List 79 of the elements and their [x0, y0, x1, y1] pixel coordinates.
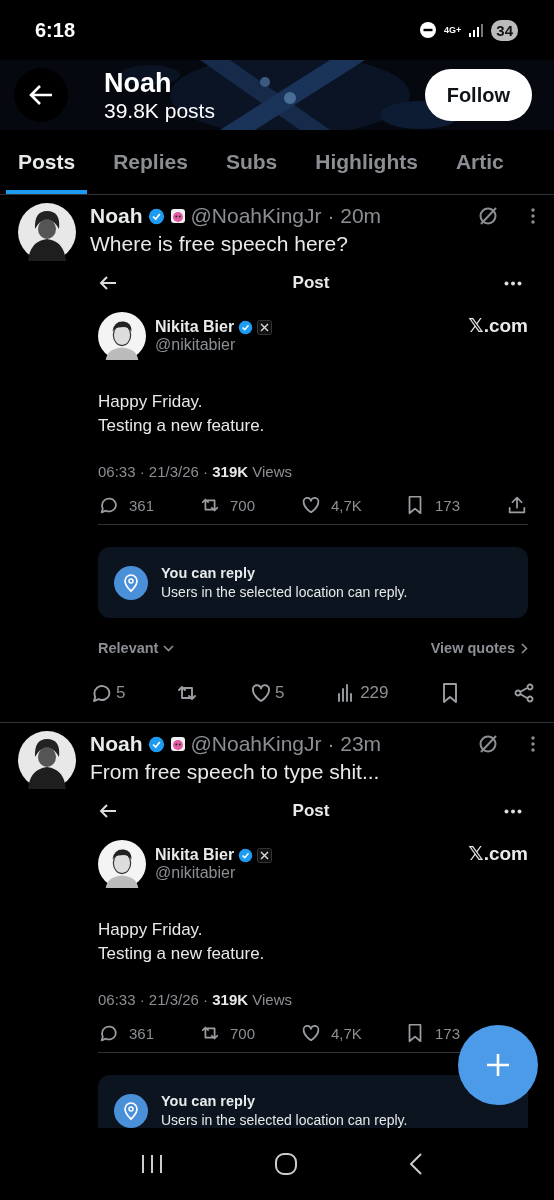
- more-options-icon[interactable]: [504, 280, 522, 286]
- tab[interactable]: Replies: [113, 130, 188, 194]
- chevron-right-icon[interactable]: [520, 642, 528, 654]
- avatar: [98, 840, 146, 888]
- share-icon[interactable]: [512, 681, 536, 705]
- like-icon[interactable]: [300, 1022, 322, 1044]
- verified-badge-icon: [238, 319, 254, 335]
- emoji-badge-icon: [169, 736, 186, 752]
- back-arrow-icon[interactable]: [98, 275, 118, 291]
- verified-badge-icon: [238, 847, 254, 863]
- slashed-circle-icon[interactable]: [477, 733, 499, 755]
- follow-button[interactable]: Follow: [424, 69, 532, 121]
- stat-count: 4,7K: [331, 496, 362, 514]
- verified-badge-icon: [147, 735, 165, 753]
- verified-badge-icon: [147, 207, 165, 225]
- stat-count: 361: [129, 1024, 155, 1042]
- stat-count: 173: [435, 496, 461, 514]
- avatar: [98, 312, 146, 360]
- site-name: 𝕏.com: [468, 842, 528, 865]
- more-options-icon[interactable]: [530, 735, 536, 753]
- back-arrow-icon[interactable]: [98, 803, 118, 819]
- post-meta: 06:33 · 21/3/26 · 319K Views: [98, 991, 294, 1008]
- tab[interactable]: Artic: [455, 130, 504, 194]
- stat-count: 361: [129, 496, 155, 514]
- tab[interactable]: Posts: [6, 130, 88, 194]
- post-count: 39.8K posts: [104, 99, 216, 123]
- like-icon[interactable]: [300, 494, 322, 516]
- affiliate-badge-icon: [257, 847, 273, 863]
- action-count: 5: [274, 683, 285, 703]
- site-name: 𝕏.com: [468, 314, 528, 337]
- clock: 6:18: [35, 18, 76, 42]
- notice-title: You can reply: [161, 1093, 256, 1109]
- action-count: 5: [116, 683, 126, 703]
- emoji-badge-icon: [169, 208, 186, 224]
- signal-icon: [468, 23, 485, 37]
- more-options-icon[interactable]: [504, 808, 522, 814]
- location-pin-icon: [114, 1093, 148, 1128]
- action-count: 229: [360, 683, 389, 703]
- post-meta: 06:33 · 21/3/26 · 319K Views: [98, 463, 294, 480]
- chevron-down-icon[interactable]: [163, 644, 175, 652]
- affiliate-badge-icon: [257, 319, 273, 335]
- stat-count: 700: [230, 496, 256, 514]
- location-pin-icon: [114, 565, 148, 600]
- notice-text: Users in the selected location can reply.: [161, 1112, 408, 1128]
- author-name: Nikita Bier: [155, 846, 235, 864]
- more-options-icon[interactable]: [530, 207, 536, 225]
- stat-count: 173: [435, 1024, 461, 1042]
- post-text: From free speech to type shit...: [90, 760, 381, 784]
- stat-count: 4,7K: [331, 1024, 362, 1042]
- author-handle: @nikitabier: [155, 336, 237, 354]
- recent-apps-icon[interactable]: [140, 1154, 164, 1174]
- profile-name: Noah: [104, 67, 173, 99]
- screen-title: Post: [292, 273, 330, 293]
- post-text: Happy Friday. Testing a new feature.: [98, 391, 266, 437]
- avatar[interactable]: [18, 731, 76, 789]
- tab[interactable]: Highlights: [315, 130, 418, 194]
- view-quotes-link[interactable]: View quotes: [430, 640, 528, 656]
- author-handle: @nikitabier: [155, 864, 237, 882]
- tab[interactable]: Subs: [225, 130, 278, 194]
- notice-title: You can reply: [161, 565, 256, 581]
- handle-and-time: @NoahKingJr · 23m: [190, 732, 382, 756]
- home-icon[interactable]: [274, 1152, 298, 1176]
- do-not-disturb-icon: [419, 21, 438, 39]
- post-text: Happy Friday. Testing a new feature.: [98, 919, 266, 965]
- slashed-circle-icon[interactable]: [477, 205, 499, 227]
- screen-title: Post: [292, 801, 330, 821]
- sort-dropdown[interactable]: Relevant: [98, 640, 175, 656]
- notice-text: Users in the selected location can reply.: [161, 584, 408, 600]
- post-text: Where is free speech here?: [90, 232, 349, 256]
- upload-icon[interactable]: [506, 494, 528, 516]
- back-icon[interactable]: [408, 1152, 424, 1176]
- network-type: 4G+: [444, 25, 462, 35]
- author-name: Noah: [90, 204, 143, 228]
- handle-and-time: @NoahKingJr · 20m: [190, 204, 382, 228]
- battery-level: 34: [491, 19, 518, 41]
- stat-count: 700: [230, 1024, 256, 1042]
- author-name: Nikita Bier: [155, 318, 235, 336]
- avatar[interactable]: [18, 203, 76, 261]
- author-name: Noah: [90, 732, 143, 756]
